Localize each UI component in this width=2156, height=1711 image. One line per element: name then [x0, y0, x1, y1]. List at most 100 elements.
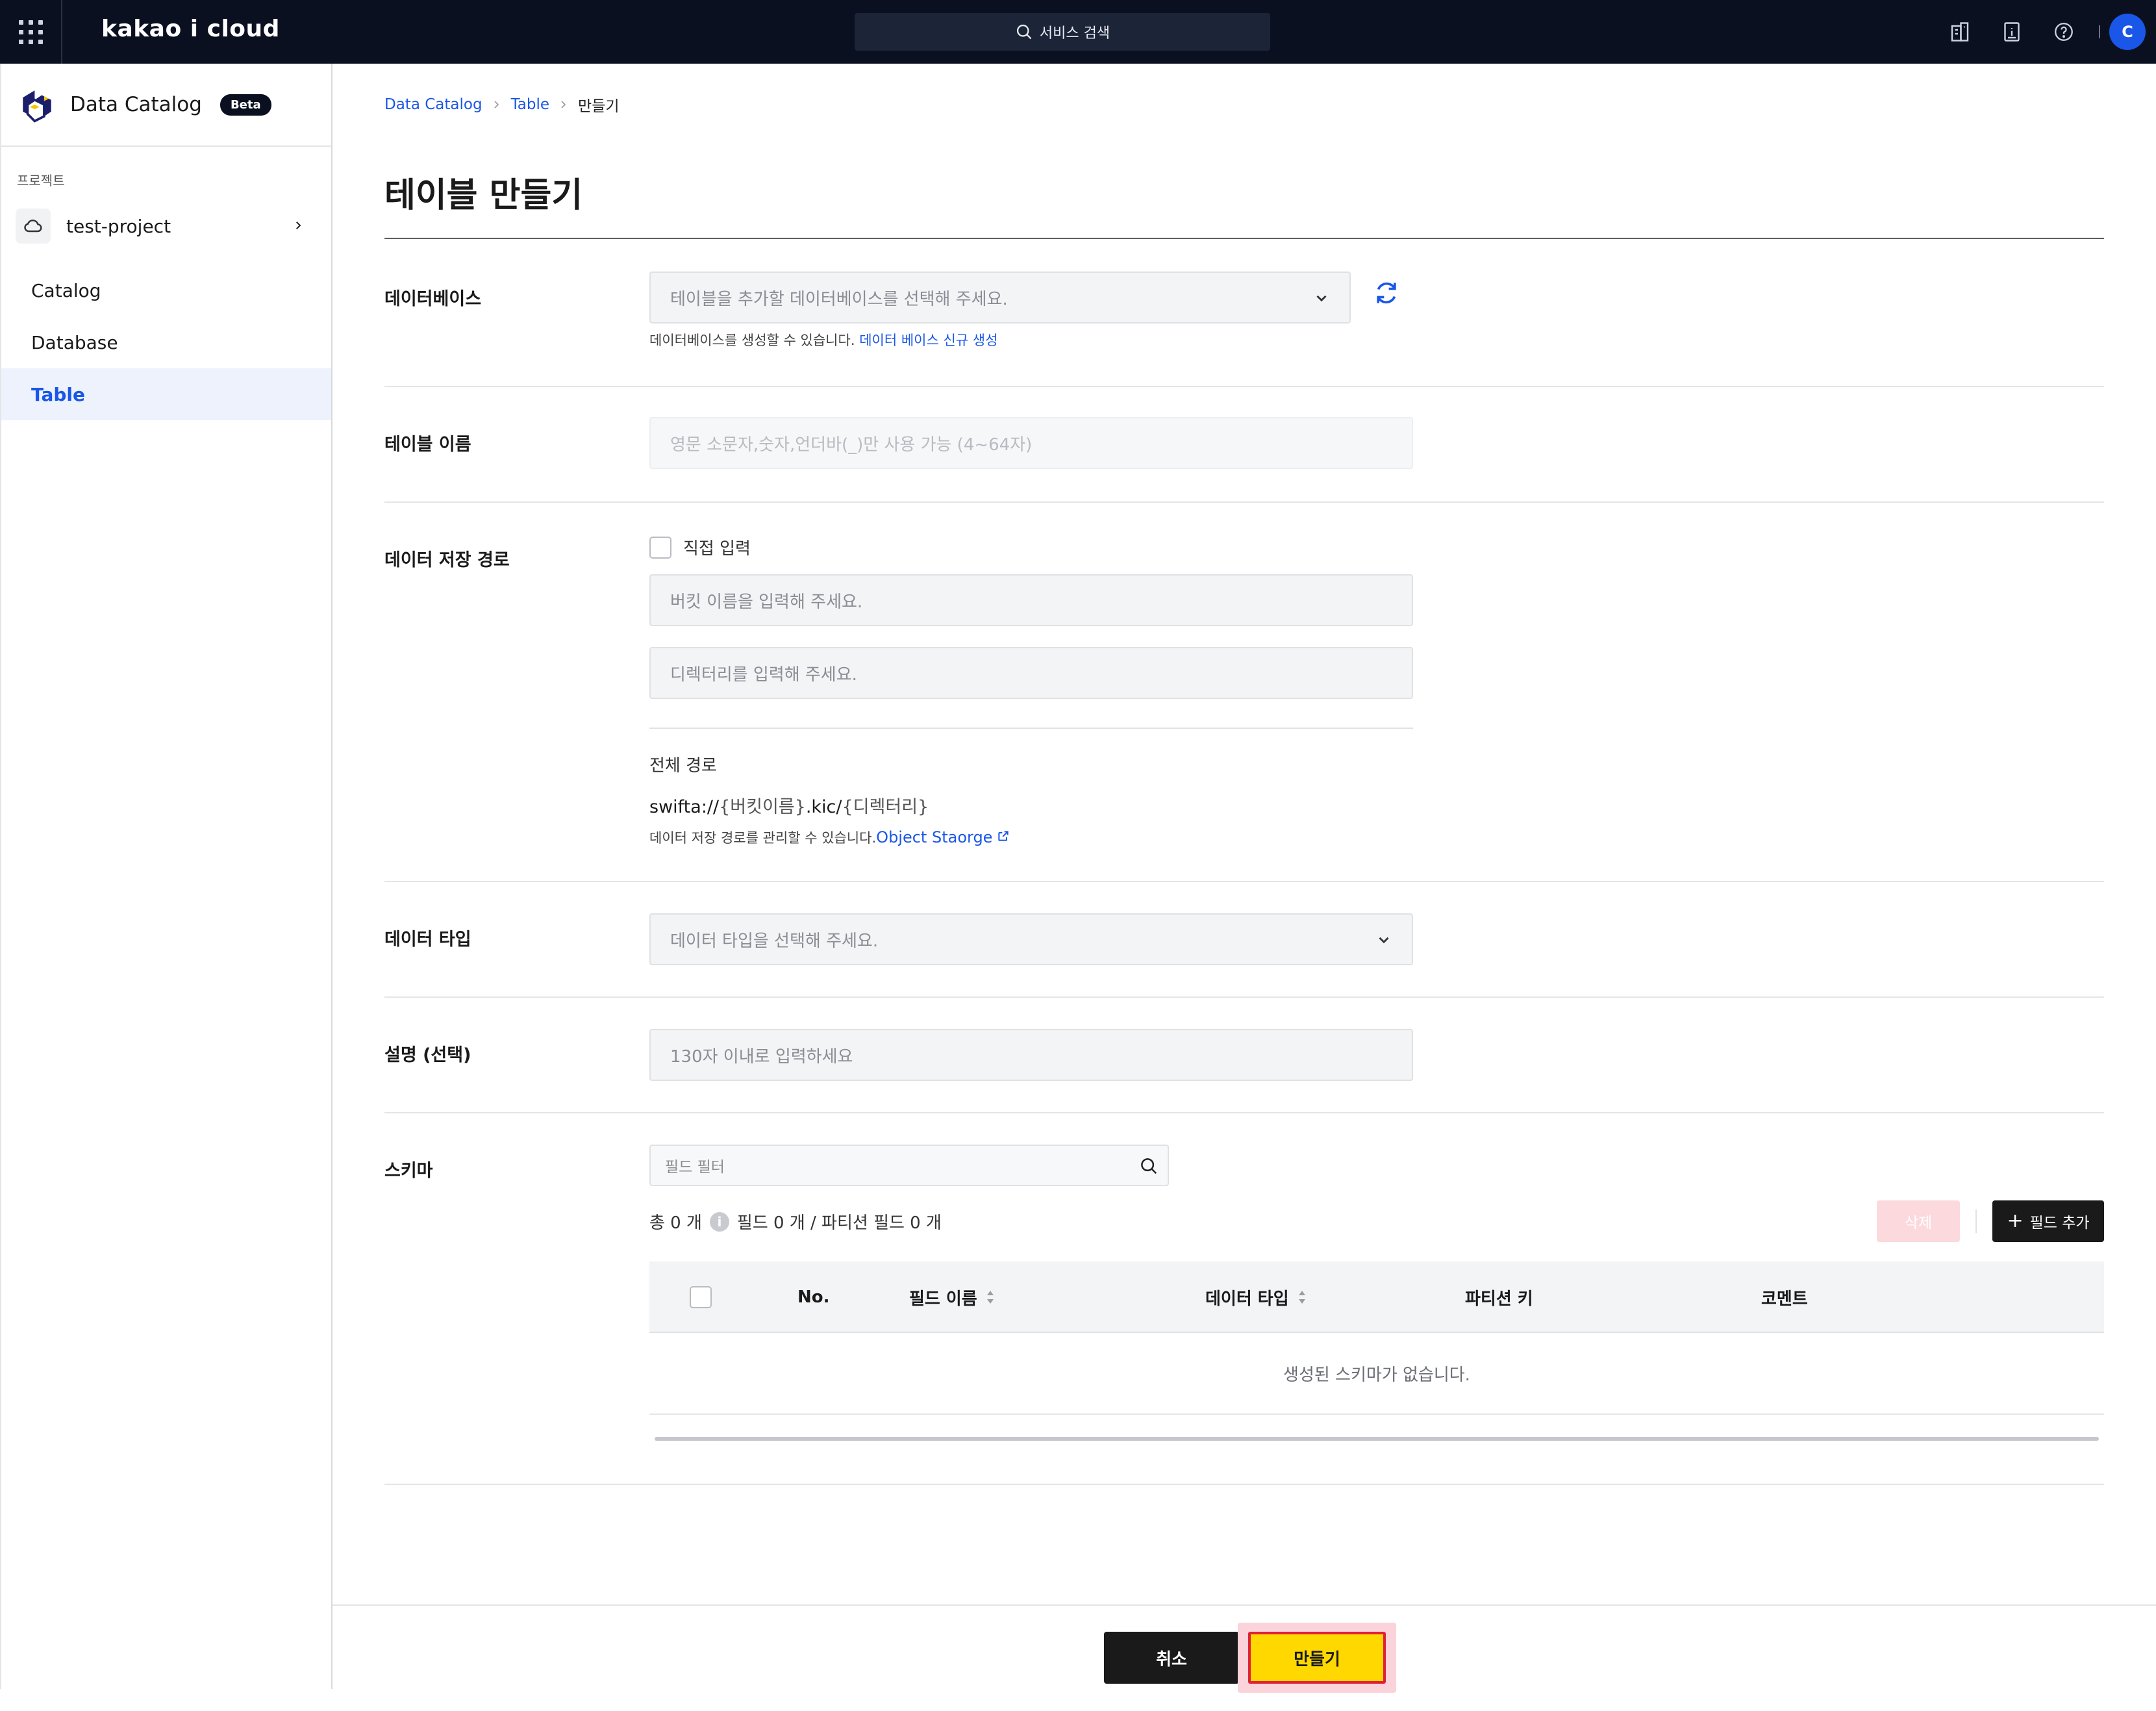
create-database-link[interactable]: 데이터 베이스 신규 생성	[859, 333, 997, 348]
refresh-icon	[1377, 282, 1396, 304]
breadcrumb-separator-icon	[493, 97, 501, 113]
button-divider	[1975, 1210, 1977, 1233]
chevron-down-icon	[1379, 937, 1389, 944]
full-path-prefix: swifta://	[649, 797, 720, 817]
project-selector[interactable]: test-project	[16, 209, 317, 244]
description-section: 설명 (선택) 130자 이내로 입력하세요	[384, 998, 2104, 1113]
breadcrumb-data-catalog[interactable]: Data Catalog	[384, 96, 483, 113]
column-header-comment: 코멘트	[1761, 1261, 1808, 1333]
add-field-label: 필드 추가	[2029, 1215, 2090, 1232]
sort-icon[interactable]	[1297, 1289, 1307, 1306]
column-header-partition-key-label: 파티션 키	[1465, 1289, 1533, 1309]
document-icon	[2004, 22, 2020, 42]
chevron-right-icon	[292, 216, 304, 236]
sidebar-item-table[interactable]: Table	[1, 368, 331, 420]
breadcrumb-current: 만들기	[578, 98, 620, 115]
sidebar: Data Catalog Beta 프로젝트 test-project Cata…	[0, 64, 332, 1689]
docs-button[interactable]	[1986, 0, 2038, 64]
field-filter-placeholder: 필드 필터	[665, 1159, 725, 1176]
full-path-label: 전체 경로	[649, 756, 717, 776]
brand-logo[interactable]: kakao i cloud	[101, 16, 280, 42]
plus-icon: +	[2007, 1210, 2024, 1232]
storage-path-label: 데이터 저장 경로	[384, 550, 510, 570]
data-type-section: 데이터 타입 데이터 타입을 선택해 주세요.	[384, 882, 2104, 998]
console-building-button[interactable]	[1934, 0, 1986, 64]
breadcrumb-table[interactable]: Table	[511, 96, 549, 113]
object-storage-link[interactable]: Object Staorge	[876, 828, 992, 846]
top-navigation-bar: kakao i cloud 서비스 검색 C	[0, 0, 2156, 64]
bucket-name-input[interactable]: 버킷 이름을 입력해 주세요.	[649, 574, 1413, 626]
description-placeholder: 130자 이내로 입력하세요	[670, 1046, 853, 1067]
schema-field-summary: 필드 0 개 / 파티션 필드 0 개	[736, 1213, 942, 1233]
search-icon[interactable]	[1139, 1156, 1159, 1176]
breadcrumb: Data Catalog Table 만들기	[384, 94, 620, 116]
project-label: 프로젝트	[17, 173, 65, 188]
page: kakao i cloud 서비스 검색 C Data Catalog Beta…	[0, 0, 2156, 1711]
create-button[interactable]: 만들기	[1248, 1632, 1386, 1684]
column-header-data-type-label: 데이터 타입	[1205, 1289, 1289, 1309]
description-input[interactable]: 130자 이내로 입력하세요	[649, 1029, 1413, 1081]
help-button[interactable]	[2038, 0, 2090, 64]
breadcrumb-separator-icon	[560, 97, 568, 113]
select-all-checkbox[interactable]	[690, 1286, 712, 1308]
footer-actions: 취소 만들기	[332, 1604, 2156, 1711]
data-catalog-logo-icon	[23, 90, 51, 123]
database-section: 데이터베이스 테이블을 추가할 데이터베이스를 선택해 주세요. 데이터베이스를…	[384, 239, 2104, 387]
add-field-button[interactable]: + 필드 추가	[1992, 1200, 2104, 1242]
data-type-label: 데이터 타입	[384, 930, 471, 950]
search-icon	[1016, 24, 1032, 40]
column-header-field-name[interactable]: 필드 이름	[909, 1261, 996, 1333]
column-header-no-label: No.	[797, 1287, 830, 1307]
database-helper: 데이터베이스를 생성할 수 있습니다. 데이터 베이스 신규 생성	[649, 330, 997, 349]
help-icon	[2055, 23, 2073, 41]
external-link-icon[interactable]	[997, 830, 1010, 843]
project-name: test-project	[66, 215, 171, 237]
database-select[interactable]: 테이블을 추가할 데이터베이스를 선택해 주세요.	[649, 272, 1351, 323]
storage-helper-text: 데이터 저장 경로를 관리할 수 있습니다.	[649, 830, 877, 846]
top-divider	[2099, 25, 2100, 38]
full-path-directory: {디렉터리}	[842, 797, 929, 817]
path-divider	[649, 728, 1413, 729]
delete-field-button[interactable]: 삭제	[1877, 1200, 1960, 1242]
info-icon[interactable]: i	[709, 1211, 729, 1232]
storage-helper: 데이터 저장 경로를 관리할 수 있습니다.Object Staorge	[649, 828, 1010, 847]
chevron-down-icon	[1316, 295, 1327, 302]
apps-menu-button[interactable]	[0, 0, 62, 64]
table-name-label: 테이블 이름	[384, 435, 471, 455]
table-name-section: 테이블 이름 영문 소문자,숫자,언더바(_)만 사용 가능 (4~64자)	[384, 387, 2104, 503]
select-all-cell	[690, 1261, 712, 1333]
refresh-button[interactable]	[1370, 277, 1403, 309]
page-title: 테이블 만들기	[384, 176, 583, 215]
cloud-icon	[16, 209, 51, 244]
data-type-select[interactable]: 데이터 타입을 선택해 주세요.	[649, 913, 1413, 965]
cancel-button[interactable]: 취소	[1104, 1632, 1239, 1684]
full-path-mid: .kic/	[805, 797, 842, 817]
field-filter-input[interactable]: 필드 필터	[649, 1145, 1169, 1186]
directory-placeholder: 디렉터리를 입력해 주세요.	[670, 665, 857, 685]
sidebar-item-database[interactable]: Database	[1, 316, 331, 368]
directory-input[interactable]: 디렉터리를 입력해 주세요.	[649, 647, 1413, 699]
horizontal-scrollbar[interactable]	[655, 1437, 2099, 1441]
top-right-actions: C	[1934, 0, 2156, 64]
building-icon	[1951, 22, 1969, 42]
table-name-input[interactable]: 영문 소문자,숫자,언더바(_)만 사용 가능 (4~64자)	[649, 417, 1413, 469]
sort-icon[interactable]	[985, 1289, 996, 1306]
schema-table-header: No. 필드 이름 데이터 타입 파티션 키 코멘트	[649, 1261, 2104, 1333]
bucket-name-placeholder: 버킷 이름을 입력해 주세요.	[670, 592, 863, 612]
search-placeholder: 서비스 검색	[1039, 25, 1110, 42]
direct-input-checkbox[interactable]	[649, 536, 671, 559]
schema-section: 스키마 필드 필터 총 0 개 i 필드 0 개 / 파티션 필드 0 개 삭제…	[384, 1113, 2104, 1485]
column-header-partition-key: 파티션 키	[1465, 1261, 1533, 1333]
column-header-data-type[interactable]: 데이터 타입	[1205, 1261, 1307, 1333]
user-avatar[interactable]: C	[2109, 14, 2146, 50]
service-search[interactable]: 서비스 검색	[855, 13, 1270, 51]
full-path-value: swifta://{버킷이름}.kic/{디렉터리}	[649, 792, 929, 818]
sidebar-header: Data Catalog Beta	[1, 64, 331, 147]
apps-grid-icon	[18, 19, 43, 44]
schema-empty-state: 생성된 스키마가 없습니다.	[649, 1333, 2104, 1415]
schema-table: No. 필드 이름 데이터 타입 파티션 키 코멘트 생성된 스키마가 없습니다…	[649, 1261, 2104, 1441]
sidebar-item-catalog[interactable]: Catalog	[1, 264, 331, 316]
column-header-field-name-label: 필드 이름	[909, 1289, 977, 1309]
schema-total-count: 총 0 개	[649, 1213, 702, 1233]
direct-input-option[interactable]: 직접 입력	[649, 535, 751, 559]
